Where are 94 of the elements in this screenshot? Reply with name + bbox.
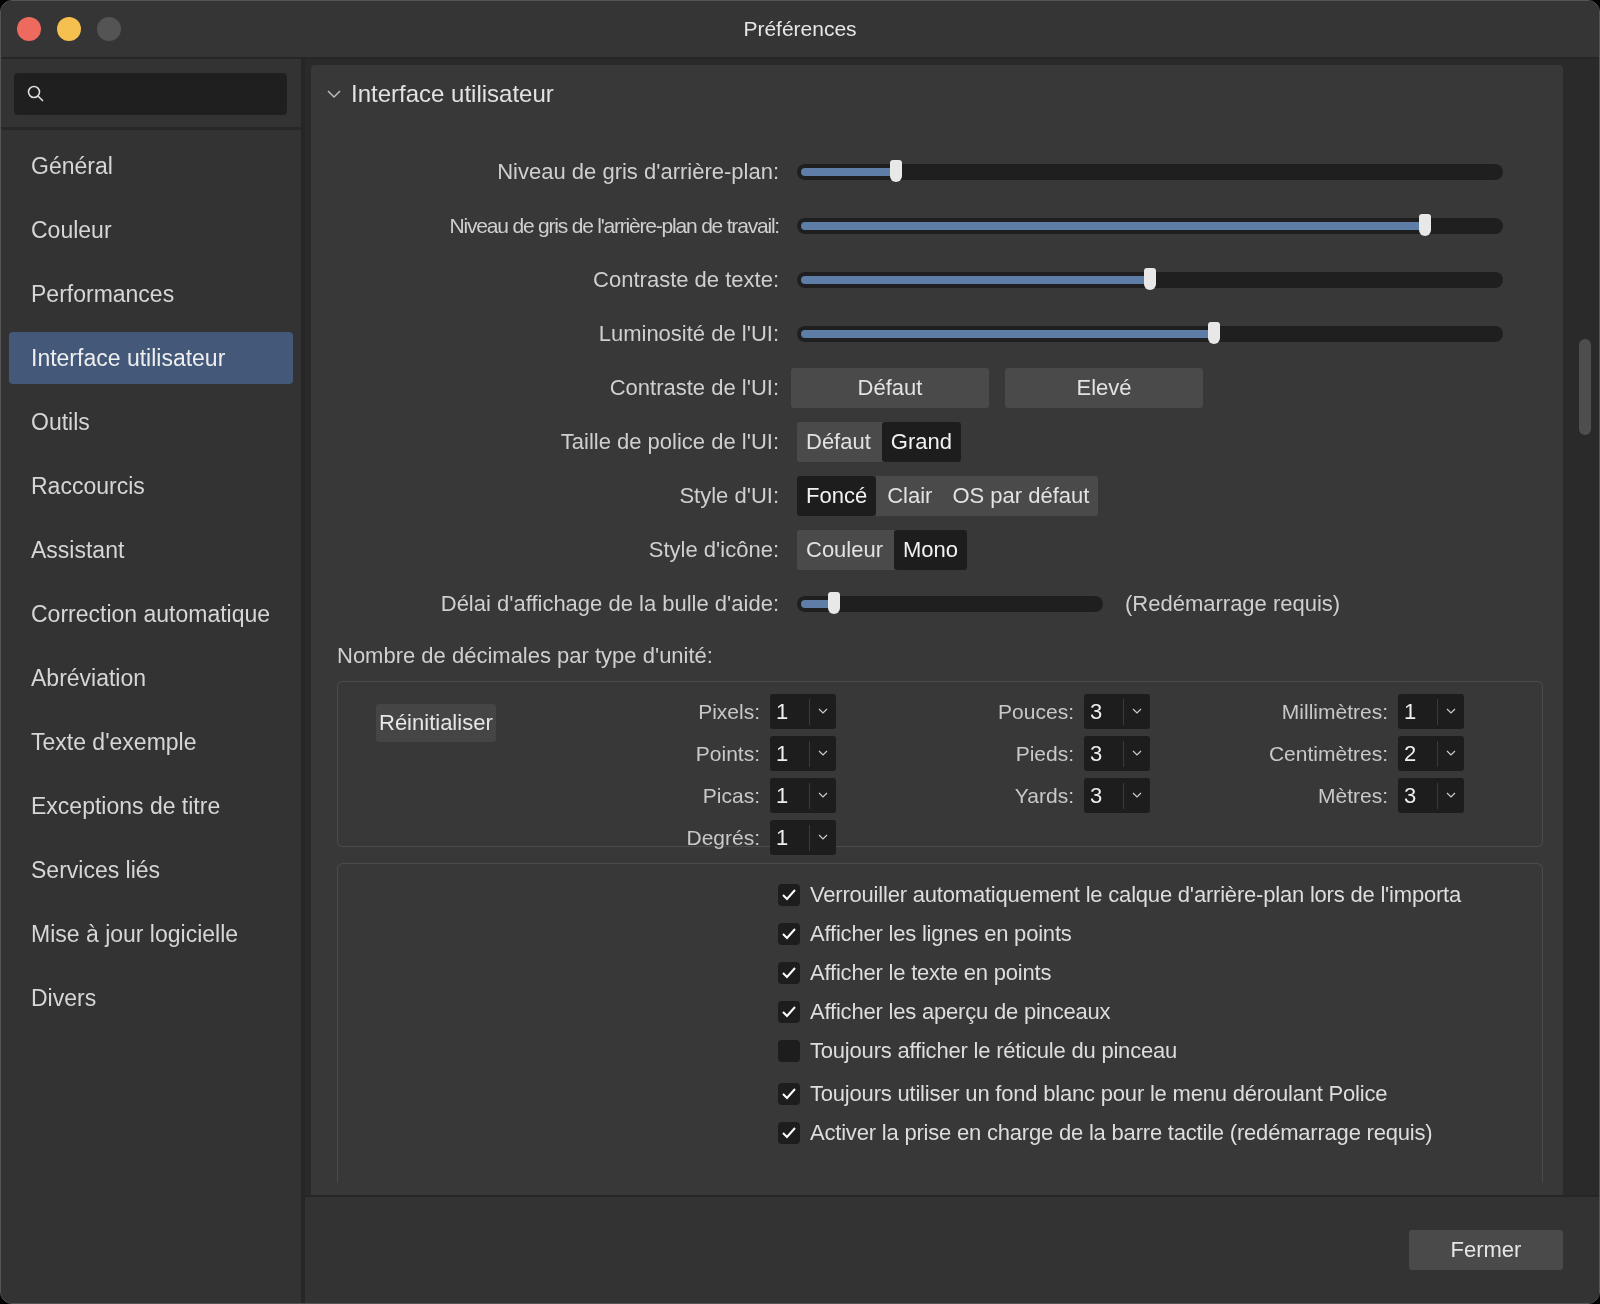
slider-thumb[interactable] — [889, 160, 902, 182]
close-dialog-button[interactable]: Fermer — [1409, 1230, 1563, 1270]
close-button[interactable] — [17, 17, 41, 41]
checkbox[interactable] — [778, 1122, 800, 1144]
sidebar-item[interactable]: Raccourcis — [9, 460, 293, 512]
slider-thumb[interactable] — [827, 592, 840, 614]
checkbox-label: Activer la prise en charge de la barre tactile (redémarrage requis) — [810, 1120, 1433, 1146]
unit-label: Points: — [695, 741, 760, 766]
checkbox-label: Toujours afficher le réticule du pinceau — [810, 1038, 1178, 1064]
unit-label: Mètres: — [1318, 783, 1388, 808]
reset-button[interactable]: Réinitialiser — [376, 704, 496, 742]
sidebar-item[interactable]: Interface utilisateur — [9, 332, 293, 384]
sidebar-item[interactable]: Performances — [9, 268, 293, 320]
checkbox-label: Toujours utiliser un fond blanc pour le menu déroulant Police — [810, 1081, 1388, 1107]
decimals-dropdown[interactable]: 3 — [1398, 778, 1464, 813]
search-field[interactable] — [14, 73, 287, 115]
setting-label: Contraste de l'UI: — [608, 375, 779, 401]
sidebar-item[interactable]: Général — [9, 140, 293, 192]
checkmark-icon — [781, 1126, 797, 1140]
checkbox[interactable] — [778, 923, 800, 945]
caret-icon — [1132, 792, 1142, 799]
caret-icon — [818, 792, 828, 799]
unit-label: Degrés: — [686, 825, 760, 850]
caret-icon — [1446, 792, 1456, 799]
decimals-dropdown[interactable]: 1 — [1398, 694, 1464, 729]
decimals-dropdown[interactable]: 3 — [1084, 736, 1150, 771]
unit-label: Pixels: — [698, 699, 760, 724]
sidebar-item[interactable]: Outils — [9, 396, 293, 448]
setting-label: Niveau de gris d'arrière-plan: — [496, 159, 779, 185]
decimals-dropdown[interactable]: 3 — [1084, 778, 1150, 813]
unit-label: Picas: — [702, 783, 760, 808]
unit-label: Pieds: — [1015, 741, 1074, 766]
setting-label: Contraste de texte: — [592, 267, 779, 293]
sidebar-item[interactable]: Services liés — [9, 844, 293, 896]
setting-label: Luminosité de l'UI: — [597, 321, 779, 347]
sidebar-item[interactable]: Couleur — [9, 204, 293, 256]
checkbox-label: Afficher le texte en points — [810, 960, 1052, 986]
sidebar-item[interactable]: Assistant — [9, 524, 293, 576]
unit-label: Centimètres: — [1268, 741, 1388, 766]
segment-option[interactable]: Foncé — [797, 476, 877, 516]
slider-thumb[interactable] — [1419, 214, 1432, 236]
unit-label: Pouces: — [998, 699, 1074, 724]
segment-option[interactable]: Mono — [894, 530, 968, 570]
restart-note: (Redémarrage requis) — [1125, 591, 1341, 617]
setting-label: Délai d'affichage de la bulle d'aide: — [439, 591, 779, 617]
caret-icon — [1446, 750, 1456, 757]
search-icon — [27, 85, 45, 103]
checkmark-icon — [781, 966, 797, 980]
checkbox-label: Afficher les lignes en points — [810, 921, 1072, 947]
checkbox-label: Verrouiller automatiquement le calque d'arrière-plan lors de l'importa — [810, 882, 1462, 908]
caret-icon — [1446, 708, 1456, 715]
caret-icon — [818, 708, 828, 715]
checkbox[interactable] — [778, 962, 800, 984]
checkbox[interactable] — [778, 1040, 800, 1062]
decimals-dropdown[interactable]: 2 — [1398, 736, 1464, 771]
decimals-dropdown[interactable]: 1 — [770, 820, 836, 855]
contrast-button[interactable]: Elevé — [1005, 368, 1203, 408]
segment-option[interactable]: Grand — [881, 422, 961, 462]
sidebar-item[interactable]: Correction automatique — [9, 588, 293, 640]
checkbox[interactable] — [778, 1083, 800, 1105]
checkbox[interactable] — [778, 884, 800, 906]
window-title: Préférences — [743, 17, 857, 41]
slider-thumb[interactable] — [1207, 322, 1220, 344]
decimals-dropdown[interactable]: 1 — [770, 778, 836, 813]
checkmark-icon — [781, 1005, 797, 1019]
contrast-button[interactable]: Défaut — [791, 368, 989, 408]
checkmark-icon — [781, 927, 797, 941]
caret-icon — [1132, 750, 1142, 757]
sidebar-item[interactable]: Mise à jour logicielle — [9, 908, 293, 960]
unit-label: Millimètres: — [1281, 699, 1388, 724]
slider-thumb[interactable] — [1144, 268, 1156, 290]
setting-label: Style d'UI: — [678, 483, 779, 509]
caret-icon — [1132, 708, 1142, 715]
caret-icon — [818, 750, 828, 757]
checkmark-icon — [781, 1087, 797, 1101]
sidebar-item[interactable]: Abréviation — [9, 652, 293, 704]
chevron-icon[interactable] — [327, 89, 341, 99]
sidebar-item[interactable]: Divers — [9, 972, 293, 1024]
unit-label: Yards: — [1014, 783, 1074, 808]
checkbox-label: Afficher les aperçu de pinceaux — [810, 999, 1111, 1025]
sidebar-item[interactable]: Exceptions de titre — [9, 780, 293, 832]
checkbox[interactable] — [778, 1001, 800, 1023]
setting-label: Taille de police de l'UI: — [559, 429, 779, 455]
decimals-dropdown[interactable]: 1 — [770, 736, 836, 771]
caret-icon — [818, 834, 828, 841]
sidebar-item[interactable]: Texte d'exemple — [9, 716, 293, 768]
checkmark-icon — [781, 888, 797, 902]
section-title: Interface utilisateur — [351, 80, 554, 108]
minimize-button[interactable] — [57, 17, 81, 41]
setting-label: Niveau de gris de l'arrière-plan de travail: — [448, 214, 779, 238]
decimals-dropdown[interactable]: 3 — [1084, 694, 1150, 729]
decimals-heading: Nombre de décimales par type d'unité: — [337, 643, 714, 669]
decimals-dropdown[interactable]: 1 — [770, 694, 836, 729]
setting-label: Style d'icône: — [647, 537, 779, 563]
